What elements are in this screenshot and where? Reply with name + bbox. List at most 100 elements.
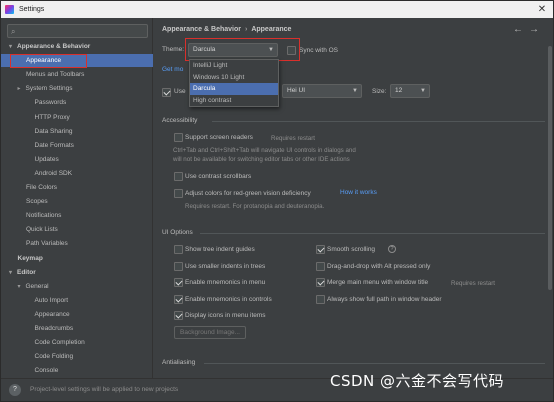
- theme-option[interactable]: High contrast: [190, 95, 278, 107]
- sidebar-item[interactable]: Notifications: [1, 209, 153, 222]
- use-custom-font-checkbox[interactable]: [162, 88, 171, 97]
- breadcrumb-parent[interactable]: Appearance & Behavior: [162, 26, 241, 33]
- chevron-down-icon[interactable]: ▾: [9, 41, 17, 54]
- footer-note: Project-level settings will be applied t…: [30, 386, 179, 393]
- ui-option-checkbox[interactable]: [174, 278, 183, 287]
- sidebar-item-label: General: [25, 282, 49, 290]
- sidebar-item-label: Data Sharing: [34, 127, 73, 135]
- size-value: 12: [395, 87, 403, 94]
- sidebar-item[interactable]: Appearance: [1, 308, 153, 321]
- get-more-themes-link[interactable]: Get mo: [162, 66, 183, 73]
- sidebar-item[interactable]: Code Folding: [1, 350, 153, 363]
- sync-os-checkbox[interactable]: [287, 46, 296, 55]
- red-green-label: Adjust colors for red-green vision defic…: [185, 190, 311, 197]
- chevron-right-icon[interactable]: ▸: [18, 83, 26, 96]
- sidebar-item[interactable]: HTTP Proxy: [1, 111, 153, 124]
- theme-value: Darcula: [193, 46, 216, 53]
- breadcrumb: Appearance & Behavior › Appearance: [162, 26, 292, 33]
- chevron-down-icon: ▼: [352, 88, 358, 94]
- ui-option-checkbox[interactable]: [174, 294, 183, 304]
- ui-option-checkbox[interactable]: [316, 245, 325, 254]
- font-dropdown[interactable]: Hei UI ▼: [282, 84, 362, 98]
- ui-option-checkbox[interactable]: [316, 294, 325, 304]
- sidebar-item-label: Appearance & Behavior: [17, 43, 91, 50]
- sidebar-item[interactable]: ▾ Appearance & Behavior: [1, 40, 153, 53]
- sidebar-item[interactable]: File Colors: [1, 181, 153, 194]
- size-dropdown[interactable]: 12 ▼: [390, 84, 430, 98]
- theme-option[interactable]: Darcula: [190, 83, 278, 96]
- chevron-down-icon: ▼: [268, 47, 274, 53]
- sidebar-item[interactable]: Path Variables: [1, 237, 153, 250]
- help-icon[interactable]: ?: [9, 384, 21, 396]
- sidebar-item-label: Updates: [34, 155, 59, 163]
- red-green-desc: Requires restart. For protanopia and deu…: [185, 203, 325, 210]
- screen-readers-checkbox[interactable]: [174, 133, 183, 142]
- ui-option-checkbox[interactable]: [316, 278, 325, 287]
- sidebar-item[interactable]: Keymap: [1, 252, 153, 265]
- how-it-works-link[interactable]: How it works: [340, 189, 377, 196]
- sidebar-item[interactable]: Auto Import: [1, 294, 153, 307]
- screen-readers-label: Support screen readers: [185, 134, 253, 141]
- close-icon[interactable]: ✕: [531, 4, 553, 15]
- sidebar-item[interactable]: Passwords: [1, 96, 153, 109]
- ui-option-label: Display icons in menu items: [185, 312, 266, 319]
- sidebar-item[interactable]: ▸ System Settings: [1, 82, 153, 95]
- sidebar-item[interactable]: ▾ General: [1, 280, 153, 293]
- vertical-scrollbar[interactable]: [548, 46, 552, 290]
- background-image-button[interactable]: Background Image...: [174, 326, 246, 339]
- red-green-checkbox[interactable]: [174, 189, 183, 198]
- window-title: Settings: [19, 6, 45, 13]
- ui-option-checkbox[interactable]: [174, 261, 183, 271]
- forward-arrow-icon[interactable]: →: [529, 24, 545, 35]
- sidebar-item[interactable]: Data Sharing: [1, 125, 153, 138]
- screen-readers-desc-1: Ctrl+Tab and Ctrl+Shift+Tab will navigat…: [173, 147, 356, 154]
- search-input[interactable]: ⌕: [7, 24, 148, 38]
- ui-option-checkbox[interactable]: [174, 311, 183, 320]
- help-icon[interactable]: ?: [388, 245, 396, 253]
- sidebar-item-label: Menus and Toolbars: [26, 71, 85, 79]
- sidebar-item[interactable]: Updates: [1, 153, 153, 166]
- sidebar-item[interactable]: Android SDK: [1, 167, 153, 180]
- sidebar-item-label: Path Variables: [26, 240, 68, 248]
- sidebar-item[interactable]: Scopes: [1, 195, 153, 208]
- back-arrow-icon[interactable]: ←: [513, 24, 529, 35]
- size-label: Size:: [372, 88, 387, 95]
- sidebar-item-label: Scopes: [26, 198, 48, 206]
- settings-sidebar: ⌕ ▾ Appearance & Behavior Appearance Menus …: [1, 18, 153, 386]
- section-divider: [204, 363, 545, 364]
- chevron-down-icon[interactable]: ▾: [9, 267, 17, 280]
- sidebar-item[interactable]: ▾ Editor: [1, 266, 153, 279]
- theme-label: Theme:: [162, 46, 185, 53]
- app-icon: [5, 5, 14, 14]
- ui-options-section-title: UI Options: [162, 229, 193, 236]
- ui-option-label: Smooth scrolling: [327, 246, 376, 253]
- theme-dropdown-list: IntelliJ Light Windows 10 Light Darcula Hig…: [189, 59, 279, 107]
- sidebar-item[interactable]: Appearance: [1, 54, 153, 68]
- theme-option[interactable]: Windows 10 Light: [190, 72, 278, 84]
- sidebar-item[interactable]: Quick Lists: [1, 223, 153, 236]
- nav-buttons: ←→: [513, 24, 545, 35]
- ui-option-label: Show tree indent guides: [185, 246, 255, 253]
- chevron-down-icon[interactable]: ▾: [18, 281, 26, 294]
- sidebar-item-label: Breadcrumbs: [34, 325, 74, 332]
- ui-option-label: Always show full path in window header: [327, 295, 442, 303]
- sidebar-item-label: Date Formats: [34, 141, 74, 149]
- sidebar-item[interactable]: Breadcrumbs: [1, 322, 153, 335]
- chevron-down-icon: ▼: [420, 88, 426, 94]
- contrast-scrollbars-checkbox[interactable]: [174, 172, 183, 181]
- sidebar-item[interactable]: Code Completion: [1, 336, 153, 349]
- sidebar-item[interactable]: Date Formats: [1, 139, 153, 152]
- title-bar: Settings ✕: [1, 1, 553, 18]
- ui-option-checkbox[interactable]: [316, 261, 325, 271]
- sidebar-item[interactable]: Console: [1, 364, 153, 377]
- ui-option-checkbox[interactable]: [174, 245, 183, 254]
- sidebar-item-label: Editor: [17, 268, 36, 276]
- accessibility-section-title: Accessibility: [162, 117, 198, 124]
- ui-option-label: Use smaller indents in trees: [185, 262, 266, 270]
- search-icon: ⌕: [11, 27, 16, 36]
- sidebar-item[interactable]: Menus and Toolbars: [1, 68, 153, 81]
- theme-option[interactable]: IntelliJ Light: [190, 60, 278, 72]
- theme-dropdown[interactable]: Darcula ▼: [188, 43, 278, 57]
- sidebar-item-label: Auto Import: [34, 296, 69, 304]
- ui-option-label: Drag-and-drop with Alt pressed only: [327, 262, 431, 270]
